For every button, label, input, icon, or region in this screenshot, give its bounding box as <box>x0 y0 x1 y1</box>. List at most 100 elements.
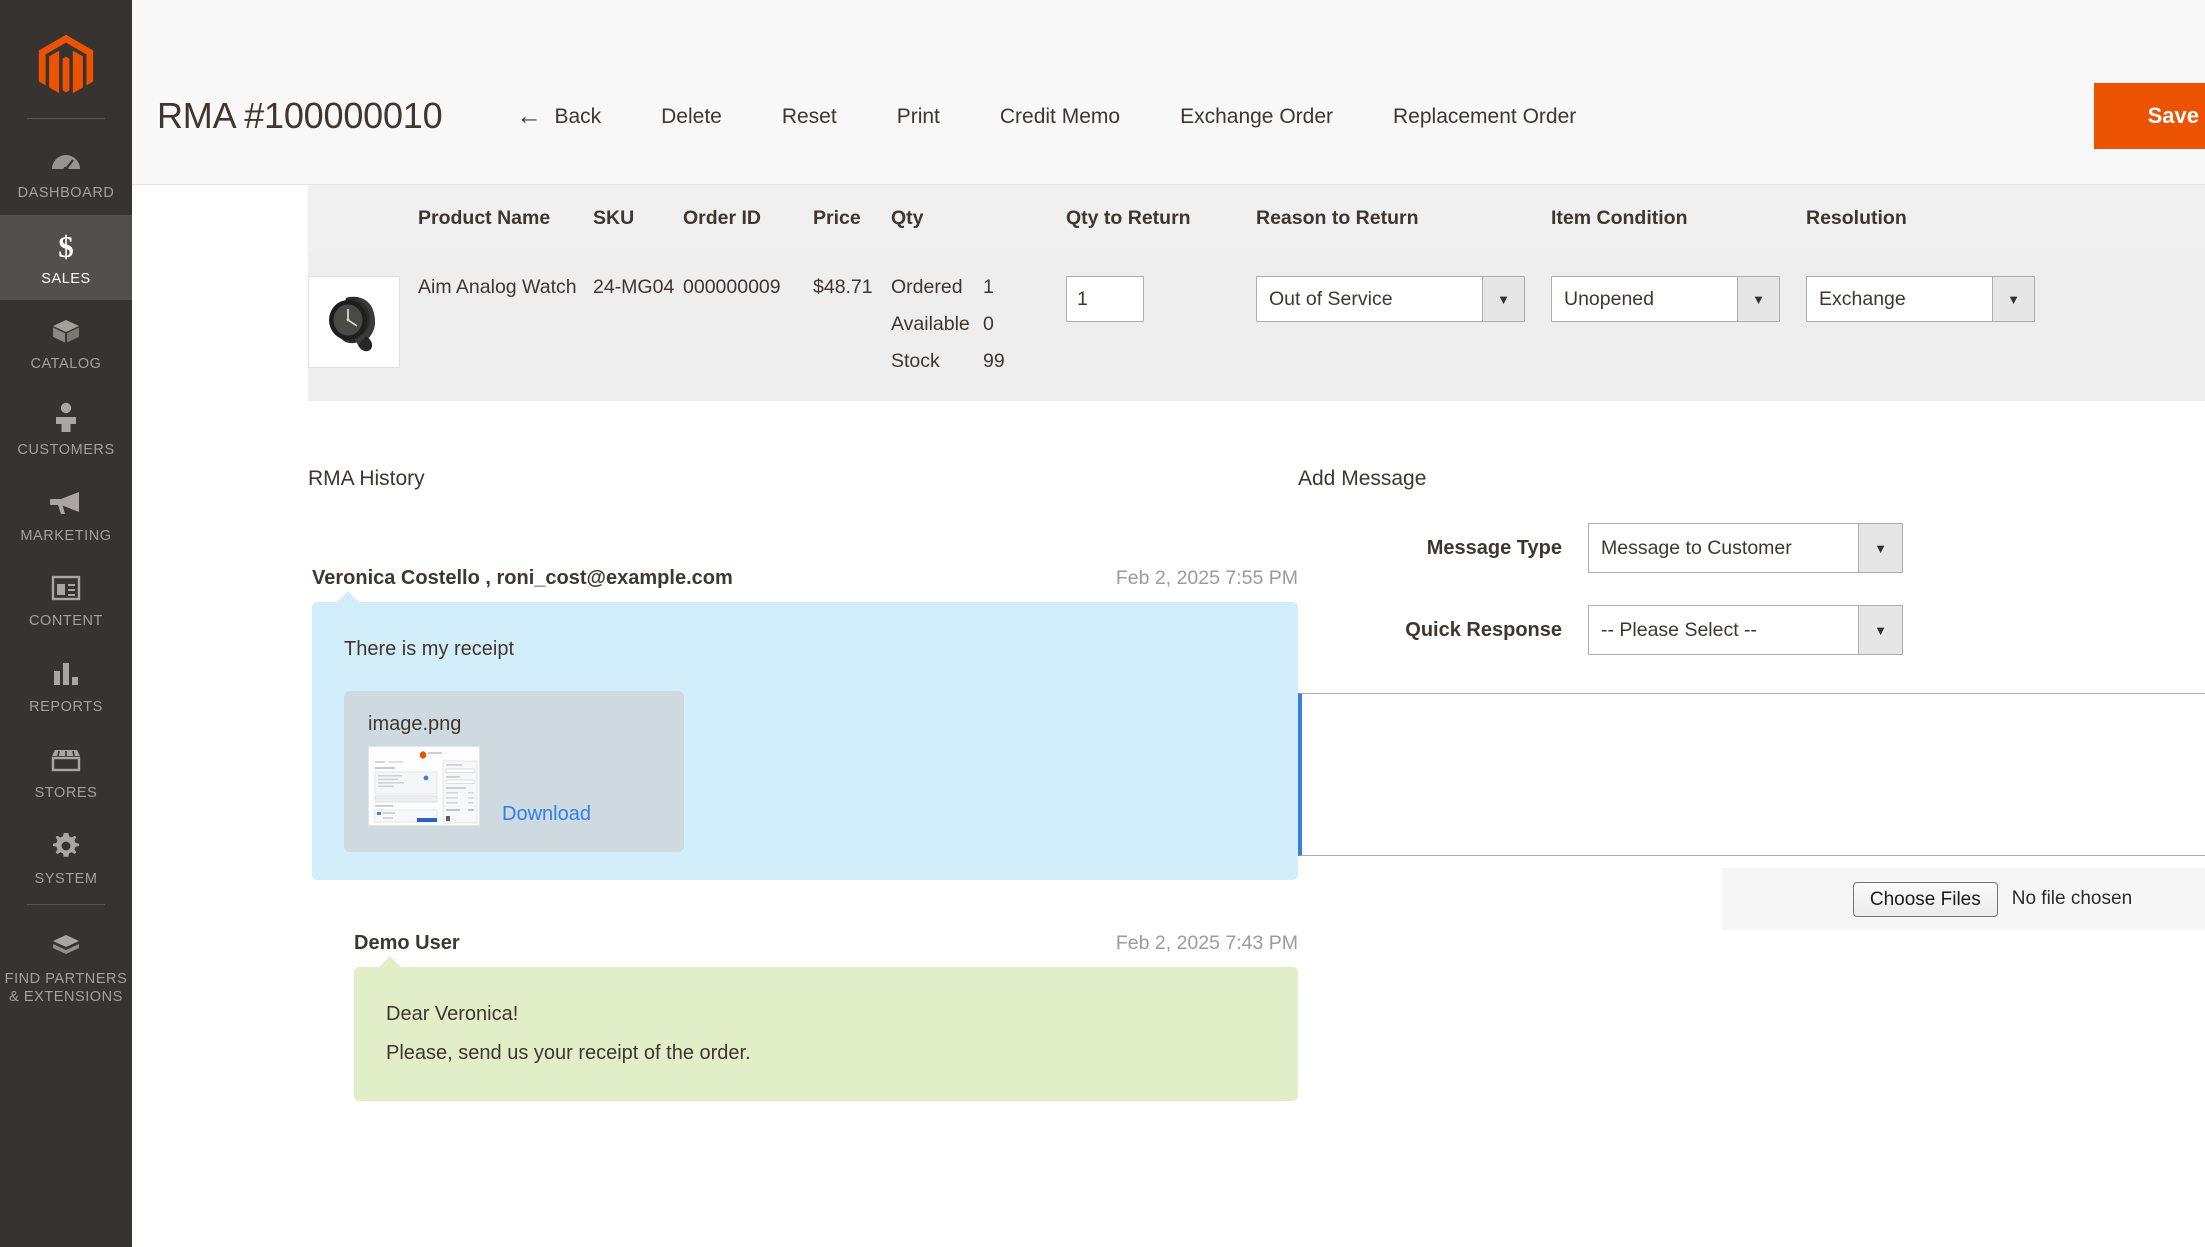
resolution-select[interactable]: Exchange ▼ <box>1806 276 2035 322</box>
reason-to-return-select[interactable]: Out of Service ▼ <box>1256 276 1525 322</box>
dollar-icon: $ <box>49 229 83 263</box>
qty-stock-value: 99 <box>983 350 1005 372</box>
credit-memo-button[interactable]: Credit Memo <box>970 106 1150 127</box>
reset-button[interactable]: Reset <box>752 106 867 127</box>
replacement-order-button[interactable]: Replacement Order <box>1363 106 1606 127</box>
cell-qty-to-return <box>1066 254 1256 401</box>
delete-button[interactable]: Delete <box>631 106 752 127</box>
sidebar-item-label: CATALOG <box>30 356 102 373</box>
sidebar-item-label: REPORTS <box>29 699 103 716</box>
col-product-name: Product Name <box>418 185 593 254</box>
person-icon <box>49 400 83 434</box>
cell-reason-to-return: Out of Service ▼ <box>1256 254 1551 401</box>
table-body: Aim Analog Watch 24-MG04 000000009 $48.7… <box>308 254 2205 401</box>
col-thumbnail <box>308 185 418 254</box>
qty-to-return-input[interactable] <box>1066 276 1144 322</box>
cell-qty: Ordered 1 Available 0 Stock 99 <box>891 254 1066 401</box>
item-condition-value: Unopened <box>1564 287 1654 310</box>
choose-files-button[interactable]: Choose Files <box>1852 881 1998 917</box>
message-header: Veronica Costello , roni_cost@example.co… <box>312 567 1298 590</box>
col-item-condition: Item Condition <box>1551 185 1806 254</box>
sidebar-item-label: SYSTEM <box>34 870 98 887</box>
rma-history-list: Veronica Costello , roni_cost@example.co… <box>308 567 1298 1101</box>
table-row: Aim Analog Watch 24-MG04 000000009 $48.7… <box>308 254 2205 401</box>
message-attachment: image.png Download <box>344 691 684 852</box>
attachment-filename: image.png <box>368 713 462 735</box>
message-type-label: Message Type <box>1426 536 1562 559</box>
sidebar-item-stores[interactable]: STORES <box>0 729 132 815</box>
sidebar-item-find-partners[interactable]: FIND PARTNERS & EXTENSIONS <box>0 915 132 1018</box>
magento-logo[interactable] <box>0 18 132 114</box>
sidebar-item-dashboard[interactable]: DASHBOARD <box>0 129 132 215</box>
message-text-line-2: Please, send us your receipt of the orde… <box>386 1042 751 1064</box>
chevron-down-icon: ▼ <box>1737 277 1779 321</box>
qty-ordered-value: 1 <box>983 276 994 298</box>
qty-stock-label: Stock <box>891 350 940 372</box>
message-text-line-1: Dear Veronica! <box>386 1003 519 1025</box>
main-content: RMA #100000010 ← Back Delete Reset Print… <box>132 0 2205 1247</box>
print-button[interactable]: Print <box>867 106 970 127</box>
sidebar-item-reports[interactable]: REPORTS <box>0 643 132 729</box>
sidebar-item-marketing[interactable]: MARKETING <box>0 472 132 558</box>
chevron-down-icon: ▼ <box>1992 277 2034 321</box>
save-split-button: Save ▼ <box>2093 83 2205 149</box>
col-price: Price <box>813 185 891 254</box>
sidebar-item-content[interactable]: CONTENT <box>0 557 132 643</box>
quick-response-select[interactable]: -- Please Select -- ▼ <box>1588 605 1903 655</box>
page-title: RMA #100000010 <box>157 95 443 136</box>
storefront-icon <box>49 743 83 777</box>
rma-history-panel: RMA History Veronica Costello , roni_cos… <box>308 467 1298 1101</box>
col-qty: Qty <box>891 185 1066 254</box>
main-sidebar: DASHBOARD $ SALES CATALOG CUSTOMERS MARK… <box>0 0 132 1247</box>
item-condition-select[interactable]: Unopened ▼ <box>1551 276 1780 322</box>
message-bubble-customer: There is my receipt image.png Download <box>312 591 1298 880</box>
message-type-row: Message Type Message to Customer ▼ <box>1298 523 2205 573</box>
rma-items-table: Product Name SKU Order ID Price Qty Qty … <box>308 185 2205 401</box>
sidebar-item-label: SALES <box>41 270 91 287</box>
lower-section: RMA History Veronica Costello , roni_cos… <box>132 401 2205 1101</box>
table-header-row: Product Name SKU Order ID Price Qty Qty … <box>308 185 2205 254</box>
message-date: Feb 2, 2025 7:55 PM <box>1115 567 1298 589</box>
reason-to-return-value: Out of Service <box>1269 287 1393 310</box>
qty-ordered: Ordered 1 <box>891 276 1066 299</box>
dashboard-icon <box>49 143 83 177</box>
back-button[interactable]: ← Back <box>502 101 631 130</box>
col-order-id: Order ID <box>683 185 813 254</box>
gear-icon <box>49 829 83 863</box>
page-header-row: RMA #100000010 ← Back Delete Reset Print… <box>132 72 2205 160</box>
sidebar-item-system[interactable]: SYSTEM <box>0 815 132 901</box>
message-textarea[interactable] <box>1302 694 2205 855</box>
cell-item-condition: Unopened ▼ <box>1551 254 1806 401</box>
qty-available-label: Available <box>891 313 970 335</box>
svg-text:$: $ <box>58 230 74 262</box>
attachment-download-link[interactable]: Download <box>502 803 591 826</box>
header-actions: ← Back Delete Reset Print Credit Memo Ex… <box>502 83 2205 149</box>
sidebar-item-label: MARKETING <box>20 527 112 544</box>
message-date: Feb 2, 2025 7:43 PM <box>1115 932 1298 954</box>
history-message-customer: Veronica Costello , roni_cost@example.co… <box>312 567 1298 880</box>
table-header: Product Name SKU Order ID Price Qty Qty … <box>308 185 2205 254</box>
box-icon <box>49 314 83 348</box>
attachment-thumbnail-checkout[interactable] <box>368 746 480 826</box>
save-button[interactable]: Save <box>2093 83 2205 149</box>
quick-response-label: Quick Response <box>1405 618 1562 641</box>
message-type-select[interactable]: Message to Customer ▼ <box>1588 523 1903 573</box>
exchange-order-button[interactable]: Exchange Order <box>1150 106 1363 127</box>
sidebar-divider-bottom <box>27 904 105 906</box>
message-textarea-wrapper: ◢ <box>1298 693 2205 856</box>
back-button-label: Back <box>554 104 602 128</box>
file-upload-bar: Choose Files No file chosen <box>1722 868 2205 930</box>
page-header: RMA #100000010 ← Back Delete Reset Print… <box>132 0 2205 185</box>
add-message-panel: Add Message Message Type Message to Cust… <box>1298 467 2205 1101</box>
sidebar-item-label: DASHBOARD <box>17 185 115 201</box>
megaphone-icon <box>49 486 83 520</box>
sidebar-item-catalog[interactable]: CATALOG <box>0 300 132 386</box>
col-qty-to-return: Qty to Return <box>1066 185 1256 254</box>
bar-chart-icon <box>49 657 83 691</box>
sidebar-item-customers[interactable]: CUSTOMERS <box>0 386 132 472</box>
chevron-down-icon: ▼ <box>1858 524 1902 572</box>
sidebar-item-label: FIND PARTNERS & EXTENSIONS <box>4 971 128 1005</box>
layout-icon <box>49 571 83 605</box>
arrow-left-icon: ← <box>516 101 542 130</box>
sidebar-item-sales[interactable]: $ SALES <box>0 214 132 301</box>
